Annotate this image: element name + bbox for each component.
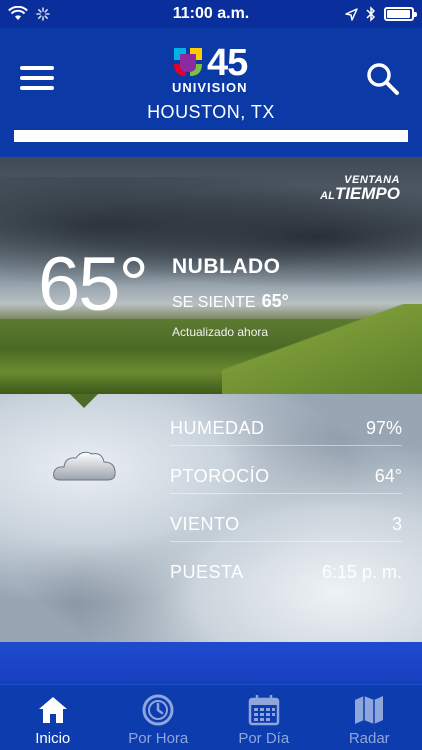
status-right — [345, 6, 417, 22]
location-arrow-icon — [345, 7, 358, 21]
brand-name: UNIVISION — [172, 80, 248, 95]
detail-row-sunset: PUESTA 6:15 p. m. — [170, 562, 402, 582]
content-footer-band — [0, 642, 422, 684]
battery-icon — [384, 7, 417, 21]
panel-notch — [70, 394, 98, 408]
ventana-al-tiempo-logo: VENTANA ALTIEMPO — [320, 174, 400, 203]
search-icon[interactable] — [366, 62, 400, 96]
tab-por-dia[interactable]: Por Día — [211, 685, 317, 750]
home-icon — [38, 697, 67, 723]
feels-like: SE SIENTE 65° — [172, 291, 289, 312]
tab-inicio[interactable]: Inicio — [0, 685, 106, 750]
feels-like-label: SE SIENTE — [172, 294, 256, 311]
current-conditions-hero: VENTANA ALTIEMPO 65° NUBLADO SE SIENTE 65… — [0, 157, 422, 394]
location-label[interactable]: HOUSTON, TX — [0, 102, 422, 123]
weather-details-panel: HUMEDAD 97% PTOROCÍO 64° VIENTO 3 PUESTA… — [0, 394, 422, 642]
bluetooth-icon — [366, 6, 376, 22]
status-bar: 11:00 a.m. — [0, 0, 422, 28]
station-logo: 45 UNIVISION — [172, 42, 248, 96]
detail-row-humidity: HUMEDAD 97% — [170, 398, 402, 446]
cloudy-icon — [53, 451, 116, 481]
menu-button[interactable] — [20, 66, 54, 92]
tab-por-hora[interactable]: Por Hora — [106, 685, 212, 750]
hamburger-icon — [20, 66, 54, 70]
map-icon — [355, 696, 384, 724]
current-temperature: 65° — [38, 242, 149, 327]
tab-bar: Inicio Por Hora Por Día Radar — [0, 684, 422, 750]
updated-text: Actualizado ahora — [172, 325, 269, 339]
clock-icon — [142, 694, 174, 726]
calendar-icon — [248, 695, 279, 726]
app-header: 45 UNIVISION HOUSTON, TX — [0, 28, 422, 130]
tab-radar[interactable]: Radar — [317, 685, 422, 750]
univision-logo-icon — [174, 48, 202, 76]
station-number: 45 — [207, 42, 248, 84]
ad-banner[interactable] — [14, 130, 408, 142]
detail-row-dewpoint: PTOROCÍO 64° — [170, 446, 402, 494]
condition-text: NUBLADO — [172, 255, 281, 278]
feels-like-value: 65° — [261, 291, 289, 311]
detail-row-wind: VIENTO 3 — [170, 494, 402, 542]
